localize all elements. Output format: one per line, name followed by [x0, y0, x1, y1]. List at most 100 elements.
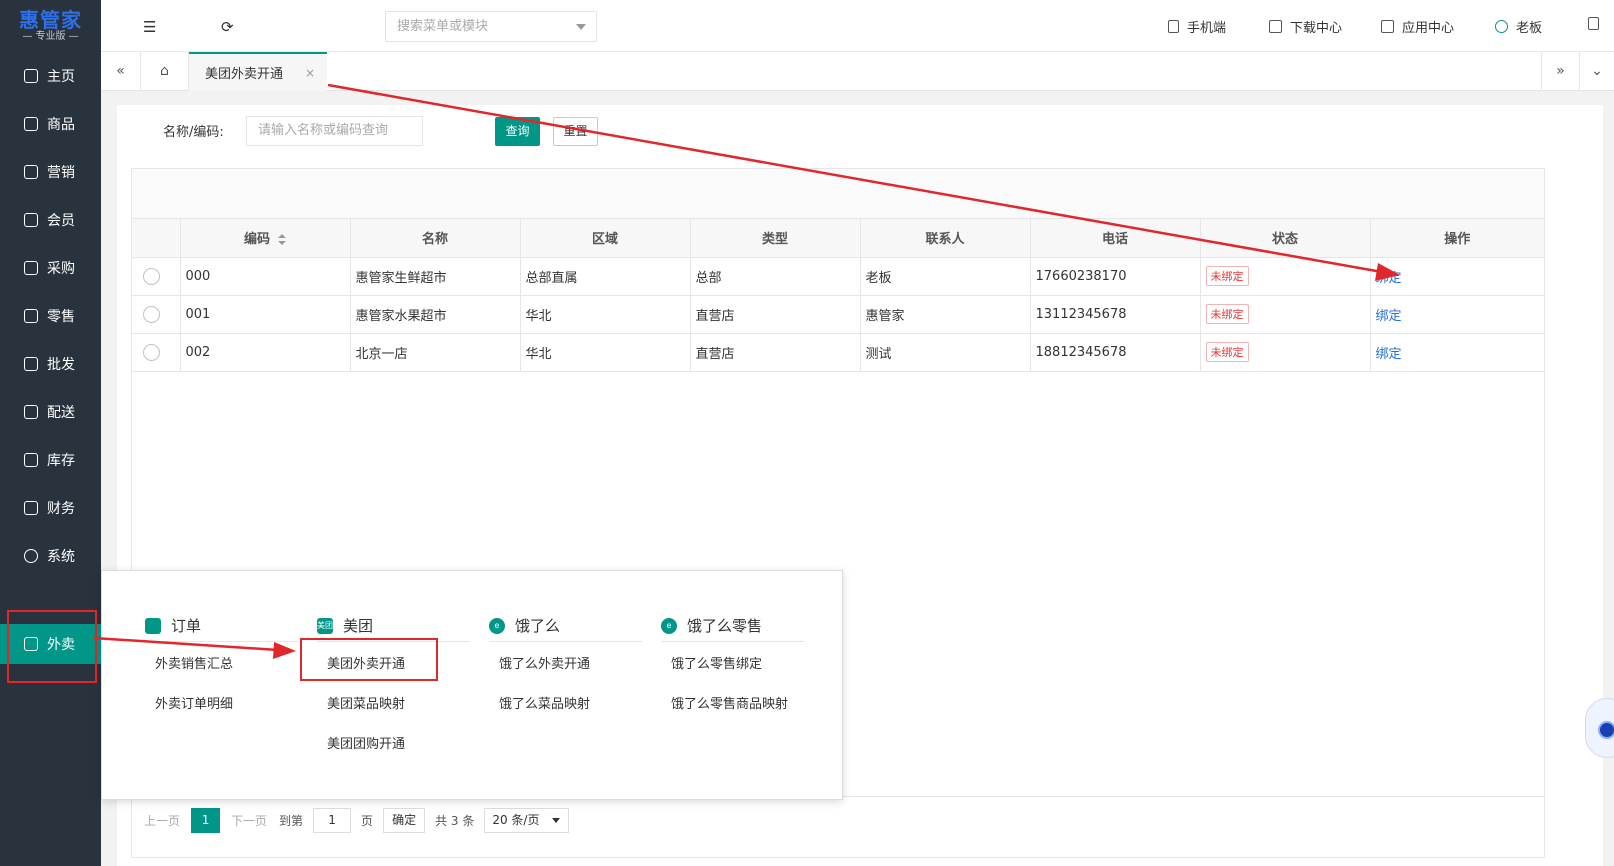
tabs-scroll-left[interactable]: « [101, 52, 141, 90]
menu-item-eleme-dish-mapping[interactable]: 饿了么菜品映射 [489, 685, 642, 725]
home-icon [24, 69, 38, 83]
page-unit-label: 页 [361, 814, 374, 828]
takeout-flyout-menu: 订单 外卖销售汇总 外卖订单明细 美团 美团 美团外卖开通 美团菜品映射 美团团购… [101, 570, 843, 800]
app-center-link[interactable]: 应用中心 [1381, 17, 1454, 36]
flyout-group-meituan: 美团 美团 美团外卖开通 美团菜品映射 美团团购开通 [317, 610, 470, 765]
flyout-group-title: 饿了么 [515, 617, 561, 635]
row-radio[interactable] [143, 343, 160, 361]
menu-item-meituan-groupbuy-open[interactable]: 美团团购开通 [317, 725, 470, 765]
tab-home[interactable]: ⌂ [141, 52, 189, 90]
sidebar-item-finance[interactable]: 财务 [0, 488, 101, 528]
cell-code: 000 [180, 257, 351, 296]
goto-confirm-button[interactable]: 确定 [383, 808, 426, 833]
phone-icon [1168, 20, 1179, 33]
query-label: 名称/编码: [163, 125, 224, 140]
document-icon [145, 617, 161, 634]
menu-item-takeout-order-detail[interactable]: 外卖订单明细 [145, 685, 298, 725]
close-icon[interactable]: × [305, 66, 315, 80]
bind-link[interactable]: 绑定 [1376, 309, 1402, 324]
sidebar-item-label: 零售 [47, 309, 75, 325]
current-page[interactable]: 1 [191, 808, 221, 833]
download-label: 下载中心 [1290, 21, 1343, 36]
table-header-row: 编码 名称 区域 类型 联系人 电话 状态 操作 [132, 219, 1544, 258]
mobile-link[interactable]: 手机端 [1168, 17, 1226, 36]
sidebar-item-system[interactable]: 系统 [0, 536, 101, 576]
column-header-region: 区域 [520, 219, 691, 258]
prev-page-button[interactable]: 上一页 [144, 812, 180, 829]
refresh-icon[interactable]: ⟳ [221, 18, 234, 36]
row-radio[interactable] [143, 305, 160, 323]
flyout-group-title: 订单 [171, 617, 202, 635]
total-count: 共 3 条 [435, 814, 475, 828]
assistant-bubble[interactable] [1585, 698, 1614, 758]
cell-contact: 测试 [860, 333, 1031, 372]
bind-link[interactable]: 绑定 [1376, 271, 1402, 286]
annotation-box-meituan-open [300, 638, 438, 681]
flyout-group-header: 订单 [145, 610, 298, 642]
flyout-group-title: 饿了么零售 [687, 617, 763, 635]
reset-button[interactable]: 重置 [553, 117, 598, 146]
monitor-icon [1269, 20, 1282, 33]
flyout-group-eleme-retail: e 饿了么零售 饿了么零售绑定 饿了么零售商品映射 [661, 610, 804, 725]
sidebar-item-home[interactable]: 主页 [0, 56, 101, 96]
download-center-link[interactable]: 下载中心 [1269, 17, 1342, 36]
cell-action: 绑定 [1370, 257, 1544, 296]
sidebar-item-retail[interactable]: 零售 [0, 296, 101, 336]
tab-meituan-takeout[interactable]: 美团外卖开通 × [189, 52, 327, 91]
flyout-group-header: e 饿了么零售 [661, 610, 804, 642]
collapse-menu-icon[interactable]: ☰ [143, 18, 156, 36]
brand-name: 惠管家 [19, 8, 82, 32]
yen-icon [24, 501, 38, 515]
tabs-scroll-right[interactable]: » [1541, 52, 1579, 90]
menu-item-meituan-dish-mapping[interactable]: 美团菜品映射 [317, 685, 470, 725]
menu-item-eleme-retail-product-mapping[interactable]: 饿了么零售商品映射 [661, 685, 804, 725]
menu-item-eleme-takeout-open[interactable]: 饿了么外卖开通 [489, 645, 642, 685]
cell-phone: 18812345678 [1030, 333, 1201, 372]
table-row[interactable]: 000 惠管家生鲜超市 总部直属 总部 老板 17660238170 未绑定 绑… [132, 257, 1544, 296]
sidebar-item-purchase[interactable]: 采购 [0, 248, 101, 288]
tabs-dropdown[interactable]: ⌄ [1579, 52, 1614, 90]
sort-icon[interactable] [278, 234, 286, 246]
purchase-icon [24, 261, 38, 275]
delivery-icon [24, 405, 38, 419]
sidebar-item-wholesale[interactable]: 批发 [0, 344, 101, 384]
sidebar-item-label: 商品 [47, 117, 75, 133]
mobile-label: 手机端 [1187, 21, 1227, 36]
chevron-down-icon: ⌄ [1591, 63, 1603, 79]
top-bar: ☰ ⟳ 搜索菜单或模块 手机端 下载中心 应用中心 老板 [101, 0, 1614, 52]
page-size-select[interactable]: 20 条/页 [484, 808, 570, 833]
logout-button[interactable] [1588, 17, 1607, 30]
cell-action: 绑定 [1370, 295, 1544, 334]
row-radio[interactable] [143, 267, 160, 285]
sidebar-item-marketing[interactable]: 营销 [0, 152, 101, 192]
sidebar-item-label: 批发 [47, 357, 75, 373]
column-header-status: 状态 [1200, 219, 1371, 258]
page-size-value: 20 条/页 [492, 813, 540, 827]
column-header-code[interactable]: 编码 [180, 219, 351, 258]
table-row[interactable]: 002 北京一店 华北 直营店 测试 18812345678 未绑定 绑定 [132, 333, 1544, 372]
sidebar-item-goods[interactable]: 商品 [0, 104, 101, 144]
bind-link[interactable]: 绑定 [1376, 347, 1402, 362]
menu-search-select[interactable]: 搜索菜单或模块 [385, 11, 597, 42]
sidebar-item-delivery[interactable]: 配送 [0, 392, 101, 432]
brand-logo[interactable]: 惠管家 — 专业版 — [0, 0, 101, 52]
page-number-input[interactable]: 1 [313, 808, 352, 833]
cell-phone: 13112345678 [1030, 295, 1201, 334]
chart-icon [24, 165, 38, 179]
menu-item-takeout-sales-summary[interactable]: 外卖销售汇总 [145, 645, 298, 685]
menu-item-eleme-retail-bind[interactable]: 饿了么零售绑定 [661, 645, 804, 685]
query-button[interactable]: 查询 [495, 117, 540, 146]
table-row[interactable]: 001 惠管家水果超市 华北 直营店 惠管家 13112345678 未绑定 绑… [132, 295, 1544, 334]
flyout-group-eleme: e 饿了么 饿了么外卖开通 饿了么菜品映射 [489, 610, 642, 725]
column-header-phone: 电话 [1030, 219, 1201, 258]
flyout-group-title: 美团 [343, 617, 374, 635]
double-chevron-left-icon: « [116, 63, 125, 79]
chevron-down-icon [576, 24, 586, 30]
user-menu[interactable]: 老板 [1495, 17, 1542, 36]
sidebar-item-member[interactable]: 会员 [0, 200, 101, 240]
name-code-search-input[interactable]: 请输入名称或编码查询 [246, 116, 423, 146]
status-badge: 未绑定 [1205, 304, 1249, 324]
cell-type: 直营店 [690, 333, 861, 372]
next-page-button[interactable]: 下一页 [231, 812, 267, 829]
sidebar-item-inventory[interactable]: 库存 [0, 440, 101, 480]
